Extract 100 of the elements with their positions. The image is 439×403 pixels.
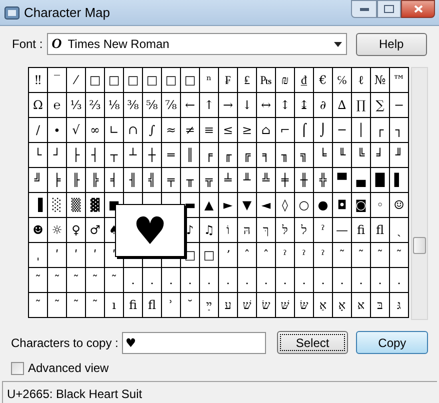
character-cell[interactable]: ◊ <box>276 193 295 218</box>
minimize-button[interactable] <box>351 0 377 18</box>
font-dropdown[interactable]: O Times New Roman <box>46 33 347 55</box>
character-cell[interactable]: ╝ <box>29 168 48 193</box>
character-cell[interactable]: אַ <box>314 293 333 318</box>
character-cell[interactable]: וֹ <box>219 218 238 243</box>
character-cell[interactable]: ╫ <box>295 168 314 193</box>
character-cell[interactable]: ≤ <box>219 118 238 143</box>
character-cell[interactable]: ⁿ <box>200 68 219 93</box>
character-cell[interactable]: . <box>371 268 390 293</box>
character-cell[interactable]: ◙ <box>352 193 371 218</box>
character-cell[interactable]: ™ <box>390 68 409 93</box>
character-cell[interactable]: . <box>314 268 333 293</box>
character-cell[interactable]: ╠ <box>86 168 105 193</box>
character-cell[interactable]: ﬁ <box>352 218 371 243</box>
character-cell[interactable]: ˜ <box>29 268 48 293</box>
character-cell[interactable]: ┘ <box>48 143 67 168</box>
character-cell[interactable]: ╞ <box>48 168 67 193</box>
character-cell[interactable]: גּ <box>390 293 409 318</box>
character-cell[interactable]: ┌ <box>371 118 390 143</box>
character-cell[interactable]: ╕ <box>257 143 276 168</box>
character-cell[interactable]: ☼ <box>48 218 67 243</box>
character-cell[interactable]: ˌ <box>29 243 48 268</box>
character-cell[interactable]: ʹ <box>48 243 67 268</box>
character-cell[interactable]: ˜ <box>67 293 86 318</box>
character-cell[interactable]: ╧ <box>219 168 238 193</box>
character-cell[interactable]: ░ <box>48 193 67 218</box>
character-cell[interactable]: ךּ <box>257 218 276 243</box>
character-cell[interactable]: . <box>181 268 200 293</box>
character-cell[interactable]: ● <box>314 193 333 218</box>
character-cell[interactable]: ℓ <box>352 68 371 93</box>
character-cell[interactable]: ∙ <box>48 118 67 143</box>
character-cell[interactable]: ♀ <box>67 218 86 243</box>
character-cell[interactable]: ♫ <box>200 218 219 243</box>
character-cell[interactable]: ∫ <box>143 118 162 143</box>
character-cell[interactable]: ↨ <box>295 93 314 118</box>
character-cell[interactable]: ₫ <box>295 68 314 93</box>
character-cell[interactable]: ╜ <box>390 143 409 168</box>
scrollbar-thumb[interactable] <box>413 237 426 254</box>
character-cell[interactable]: ▌ <box>390 168 409 193</box>
character-cell[interactable]: ‼ <box>29 68 48 93</box>
character-cell[interactable]: ╓ <box>219 143 238 168</box>
characters-to-copy-field[interactable]: ♥ <box>122 332 266 354</box>
maximize-button[interactable] <box>377 0 401 18</box>
character-cell[interactable]: ʹ <box>86 243 105 268</box>
character-cell[interactable]: ⅞ <box>162 93 181 118</box>
character-cell[interactable]: אּ <box>352 293 371 318</box>
character-cell[interactable]: ╪ <box>276 168 295 193</box>
character-cell[interactable]: ╟ <box>67 168 86 193</box>
character-cell[interactable]: € <box>314 68 333 93</box>
character-cell[interactable]: ˀ <box>295 243 314 268</box>
character-cell[interactable]: √ <box>67 118 86 143</box>
character-cell[interactable]: ▄ <box>352 168 371 193</box>
character-cell[interactable]: . <box>219 268 238 293</box>
character-cell[interactable]: ▀ <box>333 168 352 193</box>
character-cell[interactable]: ⅓ <box>67 93 86 118</box>
character-cell[interactable]: Ω <box>29 93 48 118</box>
character-cell[interactable]: ☺ <box>390 193 409 218</box>
character-cell[interactable]: ◄ <box>257 193 276 218</box>
copy-button[interactable]: Copy <box>356 331 428 354</box>
character-cell[interactable]: ˀ <box>314 243 333 268</box>
character-cell[interactable]: ╥ <box>181 168 200 193</box>
character-cell[interactable]: ל <box>295 218 314 243</box>
character-cell[interactable]: ₧ <box>257 68 276 93</box>
character-cell[interactable]: ˀ <box>314 218 333 243</box>
character-cell[interactable]: □ <box>181 68 200 93</box>
select-button[interactable]: Select <box>276 331 348 354</box>
character-cell[interactable]: ﬂ <box>371 218 390 243</box>
character-cell[interactable]: שּׁ <box>276 293 295 318</box>
character-cell[interactable]: ┐ <box>390 118 409 143</box>
character-cell[interactable]: ˘ <box>181 293 200 318</box>
character-cell[interactable]: שּׂ <box>295 293 314 318</box>
character-cell[interactable]: ┬ <box>105 143 124 168</box>
character-cell[interactable]: ≡ <box>200 118 219 143</box>
character-cell[interactable]: ┴ <box>124 143 143 168</box>
character-cell[interactable]: ﬂ <box>143 293 162 318</box>
character-cell[interactable]: אָ <box>333 293 352 318</box>
character-cell[interactable]: ↑ <box>200 93 219 118</box>
character-cell[interactable]: ∏ <box>352 93 371 118</box>
character-cell[interactable]: ˜ <box>86 268 105 293</box>
character-cell[interactable]: ʼ <box>219 243 238 268</box>
character-cell[interactable]: ♂ <box>86 218 105 243</box>
character-cell[interactable]: ─ <box>333 118 352 143</box>
character-cell[interactable]: □ <box>124 68 143 93</box>
character-cell[interactable]: ╣ <box>143 168 162 193</box>
character-cell[interactable]: ˜ <box>105 268 124 293</box>
character-cell[interactable]: ∂ <box>314 93 333 118</box>
help-button[interactable]: Help <box>356 32 427 56</box>
character-cell[interactable]: ˜ <box>29 293 48 318</box>
character-cell[interactable]: ╢ <box>124 168 143 193</box>
character-cell[interactable]: ┤ <box>86 143 105 168</box>
character-cell[interactable]: ╔ <box>238 143 257 168</box>
character-cell[interactable]: ↔ <box>257 93 276 118</box>
character-cell[interactable]: . <box>162 268 181 293</box>
character-cell[interactable]: . <box>238 268 257 293</box>
character-cell[interactable]: ₣ <box>219 68 238 93</box>
character-cell[interactable]: ⌡ <box>314 118 333 143</box>
character-cell[interactable]: ╦ <box>200 168 219 193</box>
character-cell[interactable]: ▼ <box>238 193 257 218</box>
character-cell[interactable]: ╗ <box>295 143 314 168</box>
